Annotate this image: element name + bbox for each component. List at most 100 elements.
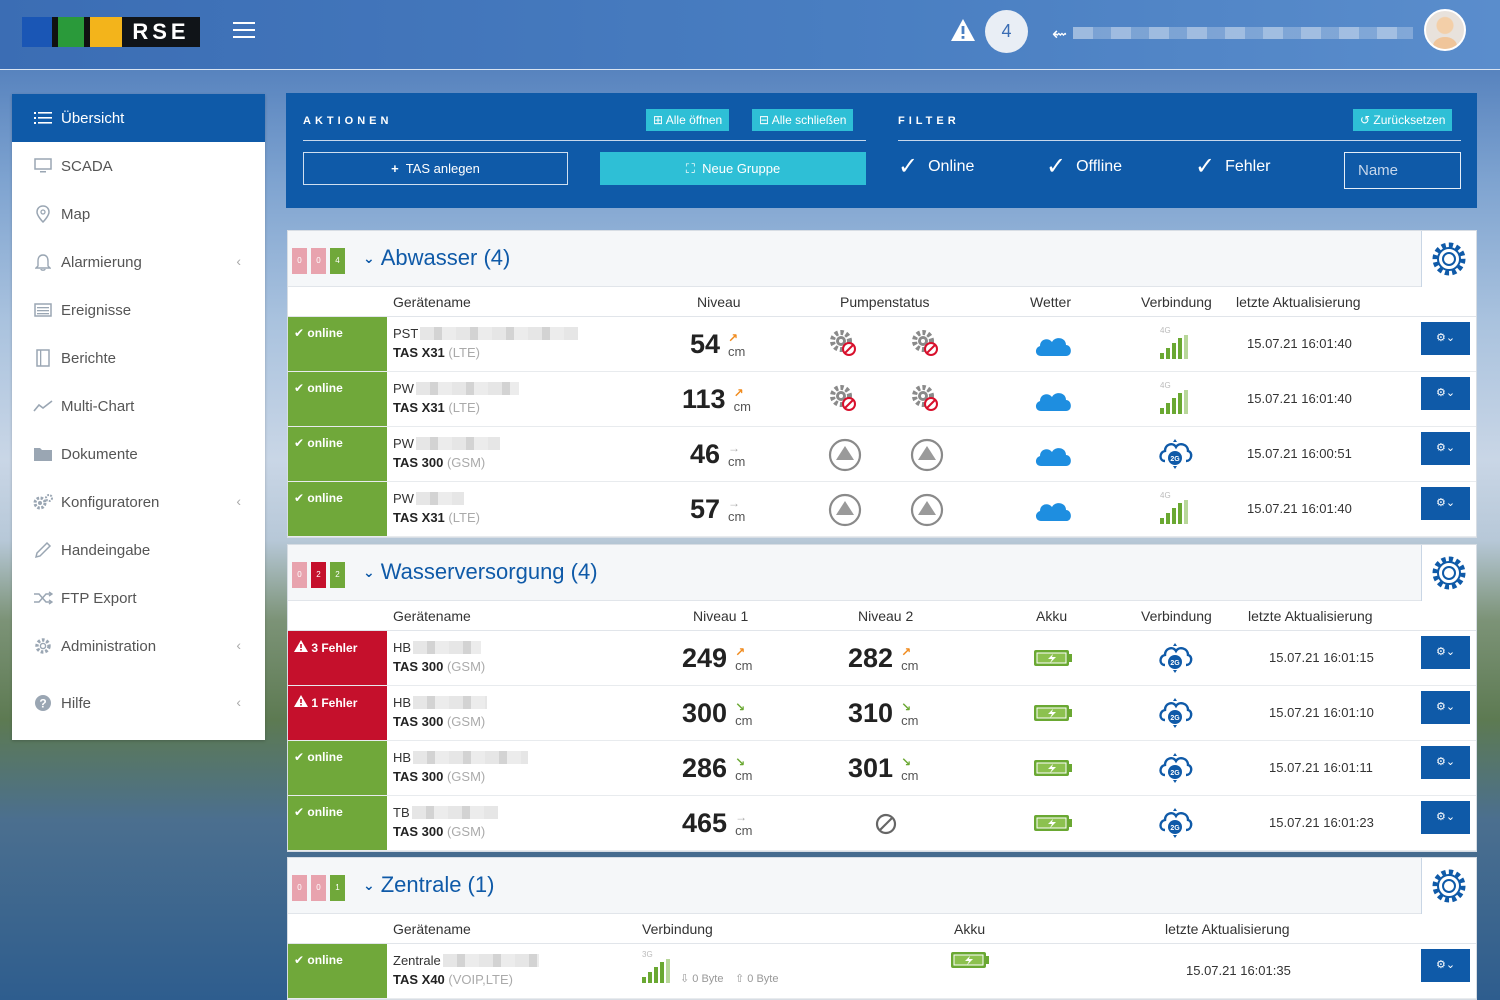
sidebar-item-scada[interactable]: SCADA: [12, 142, 265, 190]
column-header-c5[interactable]: letzte Aktualisierung: [1248, 608, 1373, 624]
open-all-button[interactable]: ⊞ Alle öffnen: [646, 109, 730, 131]
device-name[interactable]: Zentrale: [393, 953, 539, 968]
device-actions-button[interactable]: ⚙⌄: [1421, 746, 1470, 779]
table-row[interactable]: 3 Fehler HB TAS 300 (GSM) 249 ↗ cm 282 ↗ cm 2G 15.…: [288, 631, 1476, 686]
close-all-button[interactable]: ⊟ Alle schließen: [752, 109, 854, 131]
device-model-text: TAS X40: [393, 972, 445, 987]
menu-toggle-icon[interactable]: [233, 22, 255, 40]
column-header-c2[interactable]: Akku: [954, 921, 985, 937]
device-actions-button[interactable]: ⚙⌄: [1421, 322, 1470, 355]
svg-text:2G: 2G: [1170, 825, 1180, 832]
logo-block-yellow: [90, 17, 122, 47]
sidebar-item-ereignisse[interactable]: Ereignisse: [12, 286, 265, 334]
table-row[interactable]: 1 Fehler HB TAS 300 (GSM) 300 ↘ cm 310 ↘ cm 2G 15.…: [288, 686, 1476, 741]
column-header-c1[interactable]: Niveau: [697, 294, 741, 310]
new-group-button[interactable]: ⛶ Neue Gruppe: [600, 152, 866, 185]
column-header-name[interactable]: Gerätename: [393, 921, 471, 937]
sidebar-item-handeingabe[interactable]: Handeingabe: [12, 526, 265, 574]
status-count-badge: 0: [292, 248, 307, 274]
close-all-label: Alle schließen: [771, 113, 847, 127]
back-icon[interactable]: ⇜: [1052, 24, 1067, 45]
last-update-timestamp: 15.07.21 16:01:11: [1269, 760, 1373, 775]
last-update-timestamp: 15.07.21 16:01:23: [1269, 815, 1374, 830]
column-header-name[interactable]: Gerätename: [393, 294, 471, 310]
sidebar-item-administration[interactable]: Administration ‹: [12, 622, 265, 670]
column-header-name[interactable]: Gerätename: [393, 608, 471, 624]
table-row[interactable]: ✔ online PW TAS X31 (LTE) 113 ↗ cm 4G 15.07.21 …: [288, 372, 1476, 427]
column-header-c1[interactable]: Verbindung: [642, 921, 713, 937]
device-name[interactable]: PST: [393, 326, 579, 341]
level-value: 300 ↘ cm: [682, 698, 752, 728]
device-name[interactable]: PW: [393, 381, 519, 396]
name-filter-input[interactable]: Name: [1344, 152, 1461, 189]
device-actions-button[interactable]: ⚙⌄: [1421, 432, 1470, 465]
sidebar-item-berichte[interactable]: Berichte: [12, 334, 265, 382]
column-header-c3[interactable]: letzte Aktualisierung: [1165, 921, 1290, 937]
group-title[interactable]: ⌄ Zentrale (1): [363, 872, 494, 898]
group-title[interactable]: ⌄ Abwasser (4): [363, 245, 510, 271]
level-number: 57: [690, 494, 721, 524]
svg-text:2G: 2G: [1170, 770, 1180, 777]
device-name[interactable]: PW: [393, 436, 500, 451]
group-settings-gear-icon[interactable]: [1421, 231, 1476, 287]
group-header[interactable]: 0 2 2 ⌄ Wasserversorgung (4): [288, 545, 1476, 601]
device-actions-button[interactable]: ⚙⌄: [1421, 377, 1470, 410]
sidebar-item-map[interactable]: Map: [12, 190, 265, 238]
column-header-c2[interactable]: Niveau 2: [858, 608, 913, 624]
last-update-timestamp: 15.07.21 16:01:40: [1247, 391, 1352, 406]
upload-icon: ⇩: [680, 973, 690, 985]
device-actions-button[interactable]: ⚙⌄: [1421, 949, 1470, 982]
column-header-c5[interactable]: letzte Aktualisierung: [1236, 294, 1361, 310]
table-row[interactable]: ✔ online Zentrale TAS X40 (VOIP,LTE) 3G ⇩ 0 …: [288, 944, 1476, 999]
group-settings-gear-icon[interactable]: [1421, 545, 1476, 601]
device-name[interactable]: TB: [393, 805, 498, 820]
column-header-c1[interactable]: Niveau 1: [693, 608, 748, 624]
device-name[interactable]: HB: [393, 640, 482, 655]
device-actions-button[interactable]: ⚙⌄: [1421, 801, 1470, 834]
device-actions-button[interactable]: ⚙⌄: [1421, 691, 1470, 724]
table-row[interactable]: ✔ online TB TAS 300 (GSM) 465 → cm 2G 15.07.21 …: [288, 796, 1476, 851]
table-row[interactable]: ✔ online HB TAS 300 (GSM) 286 ↘ cm 301 ↘ cm 2G 15.…: [288, 741, 1476, 796]
avatar[interactable]: [1424, 9, 1466, 51]
level-unit: cm: [735, 823, 753, 838]
device-actions-button[interactable]: ⚙⌄: [1421, 636, 1470, 669]
group-title[interactable]: ⌄ Wasserversorgung (4): [363, 559, 598, 585]
warning-icon[interactable]: [950, 18, 976, 42]
group-settings-gear-icon[interactable]: [1421, 858, 1476, 914]
device-actions-button[interactable]: ⚙⌄: [1421, 487, 1470, 520]
column-header-c4[interactable]: Verbindung: [1141, 608, 1212, 624]
group-header[interactable]: 0 0 1 ⌄ Zentrale (1): [288, 858, 1476, 914]
filter-error-checkbox[interactable]: ✓ Fehler: [1195, 155, 1270, 179]
filter-offline-checkbox[interactable]: ✓ Offline: [1046, 155, 1122, 179]
column-header-c3[interactable]: Akku: [1036, 608, 1067, 624]
sidebar-item-ftp-export[interactable]: FTP Export: [12, 574, 265, 622]
sidebar-item--bersicht[interactable]: Übersicht: [12, 94, 265, 142]
table-row[interactable]: ✔ online PW TAS 300 (GSM) 46 → cm 2G 15.07.21 1…: [288, 427, 1476, 482]
status-text: online: [307, 491, 343, 505]
column-header-c3[interactable]: Wetter: [1030, 294, 1071, 310]
rse-logo[interactable]: RSE: [22, 17, 200, 47]
sidebar-item-hilfe[interactable]: ? Hilfe ‹: [12, 679, 265, 727]
sidebar-item-label: SCADA: [61, 157, 113, 175]
cloud-2g-icon: 2G: [1157, 697, 1193, 734]
status-badge: 3 Fehler: [288, 631, 387, 685]
device-name[interactable]: HB: [393, 750, 529, 765]
sidebar-item-alarmierung[interactable]: Alarmierung ‹: [12, 238, 265, 286]
svg-text:4G: 4G: [1160, 326, 1171, 335]
device-name[interactable]: PW: [393, 491, 464, 506]
alert-count-badge[interactable]: 4: [985, 10, 1028, 53]
create-tas-button[interactable]: + TAS anlegen: [303, 152, 568, 185]
sidebar-item-dokumente[interactable]: Dokumente: [12, 430, 265, 478]
group-header[interactable]: 0 0 4 ⌄ Abwasser (4): [288, 231, 1476, 287]
table-row[interactable]: ✔ online PST TAS X31 (LTE) 54 ↗ cm 4G 15.07.21 …: [288, 317, 1476, 372]
filter-online-checkbox[interactable]: ✓ Online: [898, 155, 974, 179]
table-row[interactable]: ✔ online PW TAS X31 (LTE) 57 → cm 4G 15.07.21 1…: [288, 482, 1476, 537]
device-name[interactable]: HB: [393, 695, 488, 710]
column-header-c4[interactable]: Verbindung: [1141, 294, 1212, 310]
svg-text:4G: 4G: [1160, 491, 1171, 500]
check-icon: ✔: [294, 491, 305, 505]
reset-filter-button[interactable]: ↺ Zurücksetzen: [1353, 109, 1453, 131]
column-header-c2[interactable]: Pumpenstatus: [840, 294, 930, 310]
sidebar-item-konfiguratoren[interactable]: Konfiguratoren ‹: [12, 478, 265, 526]
sidebar-item-multi-chart[interactable]: Multi-Chart: [12, 382, 265, 430]
